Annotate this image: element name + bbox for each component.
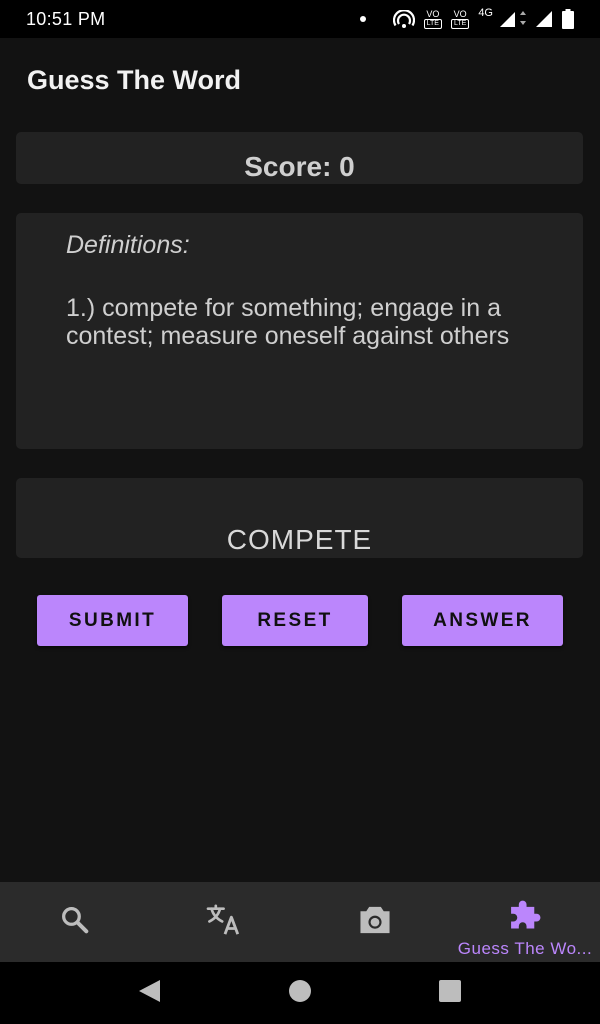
signal-4g-icon [498,10,526,28]
puzzle-icon [506,896,544,935]
nav-item-guess-the-word[interactable]: Guess The Wo... [450,882,600,962]
hotspot-icon [392,10,415,28]
back-icon [137,978,163,1009]
volte-1-label: VO [426,8,440,19]
word-text: COMPETE [226,524,373,555]
recents-icon [437,978,463,1009]
score-card: Score: 0 [16,132,583,184]
definitions-title: Definitions: [66,231,190,259]
status-icons: VO LTE VO LTE 4G [359,7,574,29]
nav-item-camera[interactable] [300,882,450,962]
app-bar: Guess The Word [0,38,600,122]
network-type: 4G [478,7,493,19]
volte-2-label: VO [453,8,467,19]
word-display: COMPETE [16,478,583,558]
score-text: Score: 0 [244,151,355,182]
home-icon [287,978,313,1009]
nav-item-translate[interactable] [150,882,300,962]
battery-icon [562,9,574,29]
volte-2-icon: VO LTE [450,8,470,29]
submit-button[interactable]: SUBMIT [37,595,188,646]
notification-dot-icon [359,16,366,22]
definitions-card: Definitions: 1.) compete for something; … [16,213,583,449]
nav-item-search[interactable] [0,882,150,962]
volte-1-sub: LTE [423,18,442,29]
back-button[interactable] [110,962,190,1024]
volte-2-sub: LTE [450,18,470,29]
bottom-nav: Guess The Wo... [0,882,600,962]
status-bar: 10:51 PM VO LTE VO LTE 4G [0,0,600,38]
volte-1-icon: VO LTE [423,8,442,29]
app-title: Guess The Word [27,64,242,95]
nav-label-guess-the-word: Guess The Wo... [457,939,593,958]
signal-icon [535,10,553,28]
recents-button[interactable] [410,962,490,1024]
status-time: 10:51 PM [26,8,106,29]
system-nav-bar [0,962,600,1024]
translate-icon [206,903,244,942]
home-button[interactable] [260,962,340,1024]
search-icon [58,903,92,942]
camera-icon [357,904,393,941]
reset-button[interactable]: RESET [222,595,368,646]
definitions-body: 1.) compete for something; engage in a c… [66,294,510,350]
answer-button[interactable]: ANSWER [402,595,563,646]
